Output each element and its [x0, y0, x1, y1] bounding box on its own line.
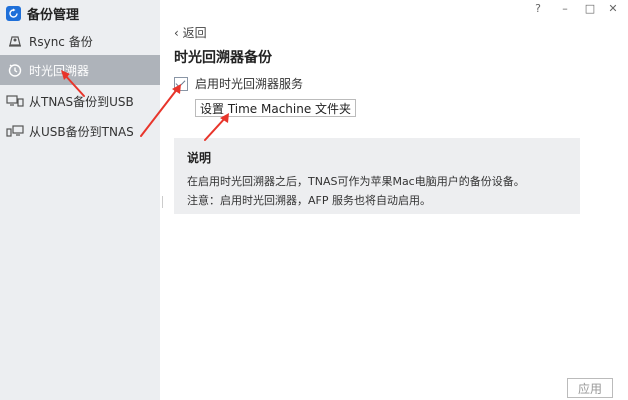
sidebar-item-rsync[interactable]: Rsync 备份	[0, 26, 160, 56]
enable-time-machine-checkbox[interactable]	[174, 76, 188, 91]
nas-to-usb-icon	[6, 93, 24, 109]
usb-to-nas-icon	[6, 123, 24, 139]
apply-button[interactable]: 应用	[567, 378, 613, 398]
info-line-2: 注意：启用时光回溯器，AFP 服务也将自动启用。	[187, 194, 431, 207]
backup-app-icon	[6, 5, 21, 21]
chevron-left-icon: ‹	[174, 26, 179, 40]
info-panel: 说明 在启用时光回溯器之后，TNAS可作为苹果Mac电脑用户的备份设备。 注意：…	[174, 138, 580, 214]
help-button[interactable]: ?	[531, 2, 545, 15]
enable-time-machine-label: 启用时光回溯器服务	[195, 77, 304, 91]
sidebar-item-label: 时光回溯器	[29, 63, 90, 78]
app-title: 备份管理	[6, 3, 79, 23]
maximize-button[interactable]: □	[583, 2, 597, 15]
enable-time-machine-row: 启用时光回溯器服务	[174, 75, 303, 92]
sidebar: 备份管理 Rsync 备份 时光回溯器 从TNAS备份到USB 从USB备份到T…	[0, 0, 160, 400]
sidebar-item-label: Rsync 备份	[29, 34, 93, 49]
info-heading: 说明	[187, 151, 212, 165]
rsync-icon	[6, 33, 24, 49]
close-button[interactable]: ✕	[606, 2, 620, 15]
page-title: 时光回溯器备份	[174, 50, 272, 66]
minimize-button[interactable]: –	[558, 2, 572, 15]
time-machine-icon	[6, 62, 24, 78]
setup-time-machine-folder-button[interactable]: 设置 Time Machine 文件夹	[195, 99, 357, 117]
sidebar-item-label: 从TNAS备份到USB	[29, 94, 134, 109]
sidebar-item-nas-to-usb[interactable]: 从TNAS备份到USB	[0, 86, 160, 116]
annotation-arrow-setup-button	[204, 116, 227, 141]
info-line-1: 在启用时光回溯器之后，TNAS可作为苹果Mac电脑用户的备份设备。	[187, 175, 525, 188]
sidebar-splitter[interactable]	[162, 196, 165, 208]
sidebar-item-time-machine[interactable]: 时光回溯器	[0, 55, 160, 85]
sidebar-item-usb-to-nas[interactable]: 从USB备份到TNAS	[0, 116, 160, 146]
sidebar-item-label: 从USB备份到TNAS	[29, 124, 134, 139]
back-label: 返回	[182, 26, 207, 40]
app-title-text: 备份管理	[27, 7, 80, 23]
back-link[interactable]: ‹ 返回	[174, 24, 207, 41]
